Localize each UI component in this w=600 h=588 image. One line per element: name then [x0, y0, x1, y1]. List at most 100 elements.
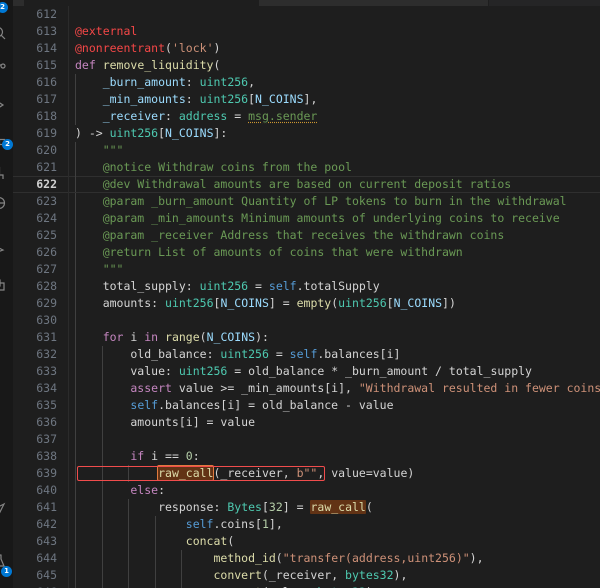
code-line[interactable]: 646 convert(value, bytes32),: [13, 584, 600, 588]
line-number: 615: [36, 58, 57, 72]
line-number: 644: [36, 551, 57, 565]
line-number: 627: [36, 262, 57, 276]
code-line[interactable]: 643 concat(: [13, 533, 600, 550]
code-line[interactable]: 612: [13, 6, 600, 23]
line-number: 614: [36, 41, 57, 55]
line-number: 619: [36, 126, 57, 140]
run-debug-icon[interactable]: [0, 92, 12, 118]
line-number: 638: [36, 449, 57, 463]
code-line[interactable]: 630: [13, 312, 600, 329]
indent-guide: [75, 312, 76, 329]
line-number: 641: [36, 500, 57, 514]
line-number: 640: [36, 483, 57, 497]
code-line[interactable]: 625 @param _receiver Address that receiv…: [13, 227, 600, 244]
code-text: total_supply: uint256 = self.totalSupply: [75, 279, 380, 293]
search-icon[interactable]: [0, 20, 12, 46]
line-number: 623: [36, 194, 57, 208]
editor-tab[interactable]: [258, 0, 489, 6]
code-line[interactable]: 634 assert value >= _min_amounts[i], "Wi…: [13, 380, 600, 397]
line-number: 621: [36, 160, 57, 174]
code-line[interactable]: 639 raw_call(_receiver, b"", value=value…: [13, 465, 600, 482]
activity-badge-beaker: 1: [1, 566, 12, 577]
code-text: _min_amounts: uint256[N_COINS],: [75, 92, 318, 106]
code-line[interactable]: 623 @param _burn_amount Quantity of LP t…: [13, 193, 600, 210]
code-line[interactable]: 616 _burn_amount: uint256,: [13, 74, 600, 91]
copy-files-icon[interactable]: [0, 272, 12, 298]
code-line[interactable]: 638 if i == 0:: [13, 448, 600, 465]
code-text: @external: [75, 24, 138, 38]
code-line[interactable]: 624 @param _min_amounts Minimum amounts …: [13, 210, 600, 227]
code-text: convert(value, bytes32),: [75, 584, 379, 588]
code-line[interactable]: 642 self.coins[1],: [13, 516, 600, 533]
code-text: @param _receiver Address that receives t…: [75, 228, 505, 242]
code-line[interactable]: 637: [13, 431, 600, 448]
line-number: 629: [36, 296, 57, 310]
editor-tab-active[interactable]: [24, 0, 259, 6]
line-number: 636: [36, 415, 57, 429]
search-match: raw_call: [310, 500, 366, 514]
code-text: @param _min_amounts Minimum amounts of u…: [75, 211, 560, 225]
code-text: @return List of amounts of coins that we…: [75, 245, 463, 259]
code-line[interactable]: 617 _min_amounts: uint256[N_COINS],: [13, 91, 600, 108]
line-number: 626: [36, 245, 57, 259]
testing-icon[interactable]: [0, 160, 12, 186]
code-line[interactable]: 628 total_supply: uint256 = self.totalSu…: [13, 278, 600, 295]
vscode-window: 2 2 1 612 613 @external 614 @nonreentrant('l…: [0, 0, 600, 588]
code-line[interactable]: 644 method_id("transfer(address,uint256)…: [13, 550, 600, 567]
code-text: def remove_liquidity(: [75, 58, 221, 72]
code-line[interactable]: 640 else:: [13, 482, 600, 499]
code-line[interactable]: 615 def remove_liquidity(: [13, 57, 600, 74]
code-line[interactable]: 614 @nonreentrant('lock'): [13, 40, 600, 57]
code-line[interactable]: 626 @return List of amounts of coins tha…: [13, 244, 600, 261]
send-icon[interactable]: [0, 496, 12, 522]
code-line[interactable]: 629 amounts: uint256[N_COINS] = empty(ui…: [13, 295, 600, 312]
code-text: response: Bytes[32] = raw_call(: [75, 500, 373, 514]
code-line[interactable]: 632 old_balance: uint256 = self.balances…: [13, 346, 600, 363]
line-number: 635: [36, 398, 57, 412]
code-line[interactable]: 641 response: Bytes[32] = raw_call(: [13, 499, 600, 516]
code-text: assert value >= _min_amounts[i], "Withdr…: [75, 381, 600, 395]
line-number: 634: [36, 381, 57, 395]
code-text: @nonreentrant('lock'): [75, 41, 221, 55]
activity-badge-extensions: 2: [2, 139, 13, 150]
code-text: for i in range(N_COINS):: [75, 330, 269, 344]
code-line[interactable]: 631 for i in range(N_COINS):: [13, 329, 600, 346]
code-text: else:: [75, 483, 166, 497]
line-number: 620: [36, 143, 57, 157]
code-editor[interactable]: 612 613 @external 614 @nonreentrant('lock') 6…: [13, 6, 600, 588]
editor-tab[interactable]: [488, 0, 600, 6]
code-line[interactable]: 636 amounts[i] = value: [13, 414, 600, 431]
code-text: amounts[i] = value: [75, 415, 256, 429]
code-line[interactable]: 621 @notice Withdraw coins from the pool: [13, 159, 600, 176]
remote-explorer-icon[interactable]: [0, 190, 12, 216]
code-text: concat(: [185, 534, 235, 548]
line-number: 613: [36, 24, 57, 38]
code-line[interactable]: 619) -> uint256[N_COINS]:: [13, 125, 600, 142]
code-line[interactable]: 633 value: uint256 = old_balance * _burn…: [13, 363, 600, 380]
line-number: 622: [36, 177, 57, 191]
code-line[interactable]: 613 @external: [13, 23, 600, 40]
indent-guide: [75, 431, 76, 448]
code-line[interactable]: 635 self.balances[i] = old_balance - val…: [13, 397, 600, 414]
code-text: value: uint256 = old_balance * _burn_amo…: [75, 364, 532, 378]
line-number: 643: [36, 534, 57, 548]
code-text: if i == 0:: [75, 449, 200, 463]
line-number: 642: [36, 517, 57, 531]
code-text: @param _burn_amount Quantity of LP token…: [75, 194, 567, 208]
code-line[interactable]: 627 """: [13, 261, 600, 278]
code-line[interactable]: 618 _receiver: address = msg.sender: [13, 108, 600, 125]
line-number: 616: [36, 75, 57, 89]
bookmark-icon[interactable]: [0, 238, 12, 264]
code-text: self.balances[i] = old_balance - value: [130, 398, 394, 412]
indent-guide: [101, 431, 103, 448]
code-text: _receiver: address = msg.sender: [75, 109, 318, 123]
code-line[interactable]: 620 """: [13, 142, 600, 159]
source-control-icon[interactable]: [0, 55, 12, 81]
code-text: convert(_receiver, bytes32),: [213, 568, 408, 582]
line-number: 632: [36, 347, 57, 361]
code-line[interactable]: 645 convert(_receiver, bytes32),: [13, 567, 600, 584]
line-number: 617: [36, 92, 57, 106]
code-line[interactable]: 622 @dev Withdrawal amounts are based on…: [13, 176, 600, 193]
line-number: 639: [36, 466, 57, 480]
line-number: 628: [36, 279, 57, 293]
